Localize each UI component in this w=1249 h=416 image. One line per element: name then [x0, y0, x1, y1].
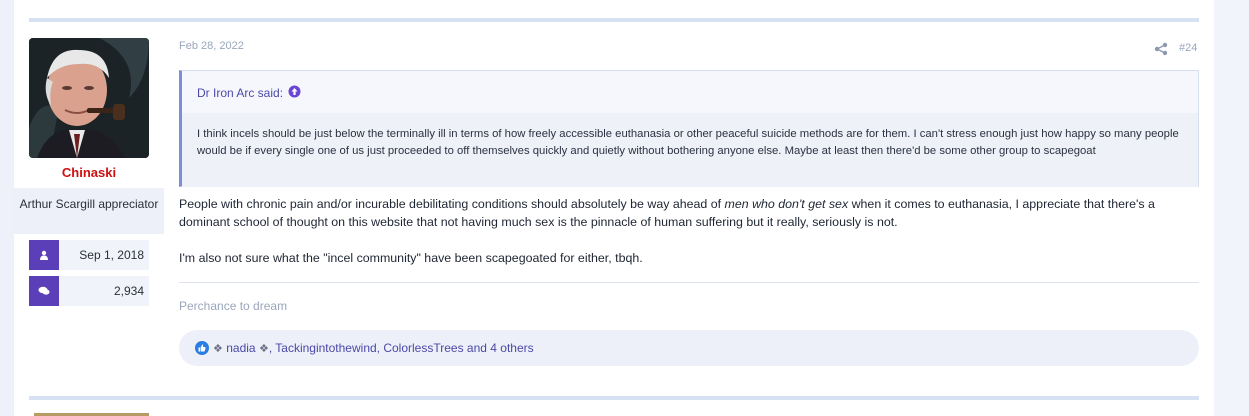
- signature: Perchance to dream: [179, 299, 288, 313]
- comments-icon: [29, 276, 59, 306]
- user-icon: [29, 240, 59, 270]
- post-separator: [29, 18, 1199, 22]
- avatar-image: [29, 38, 149, 158]
- avatar[interactable]: [29, 38, 149, 158]
- reactions-bar[interactable]: ❖ nadia ❖, Tackingintothewind, Colorless…: [179, 330, 1199, 366]
- username[interactable]: Chinaski: [14, 165, 164, 180]
- quote-author[interactable]: Dr Iron Arc said:: [197, 86, 283, 100]
- reaction-others[interactable]: , Tackingintothewind, ColorlessTrees and…: [269, 341, 534, 355]
- reaction-users[interactable]: ❖ nadia ❖, Tackingintothewind, Colorless…: [213, 341, 534, 355]
- signature-divider: [179, 282, 1199, 283]
- quote-block: Dr Iron Arc said: I think incels should …: [179, 70, 1199, 187]
- message-paragraph-1: People with chronic pain and/or incurabl…: [179, 195, 1189, 231]
- post-separator: [29, 396, 1199, 400]
- like-icon: [195, 341, 209, 355]
- arrow-up-circle-icon[interactable]: [288, 85, 301, 98]
- joined-date-row: Sep 1, 2018: [29, 240, 149, 270]
- quote-text: I think incels should be just below the …: [182, 113, 1198, 187]
- page-background: [0, 0, 14, 416]
- post-date[interactable]: Feb 28, 2022: [179, 40, 244, 52]
- message-count: 2,934: [113, 284, 144, 298]
- joined-date: Sep 1, 2018: [79, 248, 144, 262]
- user-title: Arthur Scargill appreciator: [14, 188, 164, 234]
- message-count-row: 2,934: [29, 276, 149, 306]
- message-text: People with chronic pain and/or incurabl…: [179, 197, 725, 211]
- page-right-margin: [1214, 0, 1249, 416]
- post-number[interactable]: #24: [1179, 42, 1197, 54]
- decoration-icon: ❖: [258, 343, 269, 355]
- message-emphasis: men who don't get sex: [724, 197, 849, 211]
- reaction-user-link[interactable]: nadia: [226, 341, 255, 355]
- quote-header: Dr Iron Arc said:: [182, 71, 1198, 113]
- share-icon[interactable]: [1154, 42, 1168, 56]
- post-message: People with chronic pain and/or incurabl…: [179, 195, 1189, 285]
- message-paragraph-2: I'm also not sure what the "incel commun…: [179, 251, 643, 265]
- decoration-icon: ❖: [213, 343, 223, 355]
